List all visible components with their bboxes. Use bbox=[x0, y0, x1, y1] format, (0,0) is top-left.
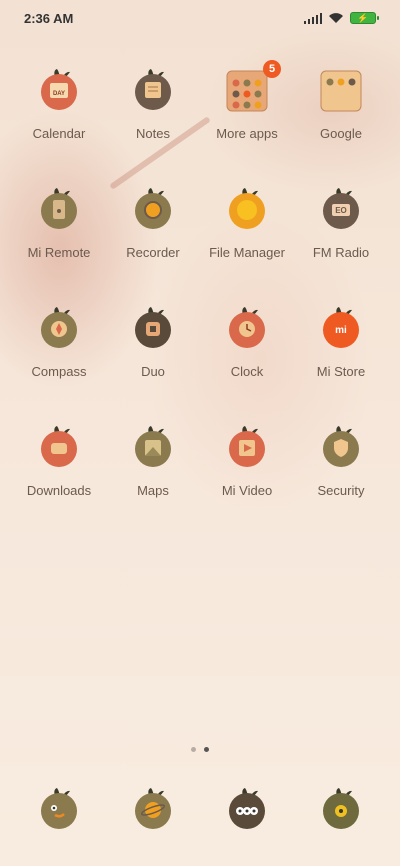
app-label: FM Radio bbox=[312, 245, 370, 260]
app-mi-video[interactable]: Mi Video bbox=[200, 423, 294, 498]
app-label: File Manager bbox=[209, 245, 285, 260]
notification-badge: 5 bbox=[263, 60, 281, 78]
app-label: Compass bbox=[31, 364, 87, 379]
status-bar: 2:36 AM ⚡ bbox=[0, 0, 400, 36]
notes-icon bbox=[129, 66, 177, 116]
recorder-icon bbox=[129, 185, 177, 235]
google-icon bbox=[317, 66, 365, 116]
app-label: Duo bbox=[141, 364, 165, 379]
app-compass[interactable]: Compass bbox=[12, 304, 106, 379]
app-mi-remote[interactable]: Mi Remote bbox=[12, 185, 106, 260]
app-more-apps[interactable]: 5 More apps bbox=[200, 60, 294, 141]
status-time: 2:36 AM bbox=[24, 10, 74, 26]
browser-icon bbox=[129, 785, 177, 835]
signal-icon bbox=[303, 12, 322, 24]
app-fm-radio[interactable]: EO FM Radio bbox=[294, 185, 388, 260]
wifi-icon bbox=[329, 13, 343, 23]
app-label: Mi Video bbox=[221, 483, 273, 498]
clock-icon bbox=[223, 304, 271, 354]
compass-icon bbox=[35, 304, 83, 354]
app-label: Mi Remote bbox=[27, 245, 91, 260]
app-downloads[interactable]: Downloads bbox=[12, 423, 106, 498]
app-label: Google bbox=[320, 126, 362, 141]
dock-camera[interactable] bbox=[294, 784, 388, 836]
app-security[interactable]: Security bbox=[294, 423, 388, 498]
app-file-manager[interactable]: File Manager bbox=[200, 185, 294, 260]
mi-store-icon: mi bbox=[317, 304, 365, 354]
app-label: More apps bbox=[216, 126, 278, 141]
mi-remote-icon bbox=[35, 185, 83, 235]
security-icon bbox=[317, 423, 365, 473]
status-icons: ⚡ bbox=[303, 12, 379, 24]
app-notes[interactable]: Notes bbox=[106, 66, 200, 141]
mi-video-icon bbox=[223, 423, 271, 473]
app-label: Calendar bbox=[32, 126, 86, 141]
maps-icon bbox=[129, 423, 177, 473]
folder-icon: 5 bbox=[223, 60, 281, 116]
dock-browser[interactable] bbox=[106, 784, 200, 836]
svg-text:EO: EO bbox=[335, 206, 347, 215]
duo-icon bbox=[129, 304, 177, 354]
calendar-icon: DAY bbox=[35, 66, 83, 116]
app-label: Mi Store bbox=[316, 364, 366, 379]
fm-radio-icon: EO bbox=[317, 185, 365, 235]
page-indicator bbox=[0, 747, 400, 752]
app-label: Notes bbox=[136, 126, 170, 141]
app-label: Maps bbox=[137, 483, 169, 498]
camera-icon bbox=[317, 785, 365, 835]
app-grid: DAY Calendar Notes 5 More apps Google Mi Remot… bbox=[12, 60, 388, 498]
app-label: Downloads bbox=[26, 483, 92, 498]
file-manager-icon bbox=[223, 185, 271, 235]
page-dot[interactable] bbox=[204, 747, 209, 752]
app-google[interactable]: Google bbox=[294, 66, 388, 141]
page-dot[interactable] bbox=[191, 747, 196, 752]
app-calendar[interactable]: DAY Calendar bbox=[12, 66, 106, 141]
downloads-icon bbox=[35, 423, 83, 473]
svg-text:mi: mi bbox=[335, 325, 347, 336]
dock-phone[interactable] bbox=[12, 784, 106, 836]
app-label: Clock bbox=[230, 364, 264, 379]
messaging-icon bbox=[223, 785, 271, 835]
svg-text:DAY: DAY bbox=[53, 91, 65, 97]
app-label: Security bbox=[317, 483, 365, 498]
dock bbox=[12, 784, 388, 836]
app-clock[interactable]: Clock bbox=[200, 304, 294, 379]
app-label: Recorder bbox=[126, 245, 180, 260]
app-mi-store[interactable]: mi Mi Store bbox=[294, 304, 388, 379]
phone-icon bbox=[35, 785, 83, 835]
app-duo[interactable]: Duo bbox=[106, 304, 200, 379]
app-recorder[interactable]: Recorder bbox=[106, 185, 200, 260]
app-maps[interactable]: Maps bbox=[106, 423, 200, 498]
battery-icon: ⚡ bbox=[350, 12, 379, 24]
dock-messaging[interactable] bbox=[200, 784, 294, 836]
